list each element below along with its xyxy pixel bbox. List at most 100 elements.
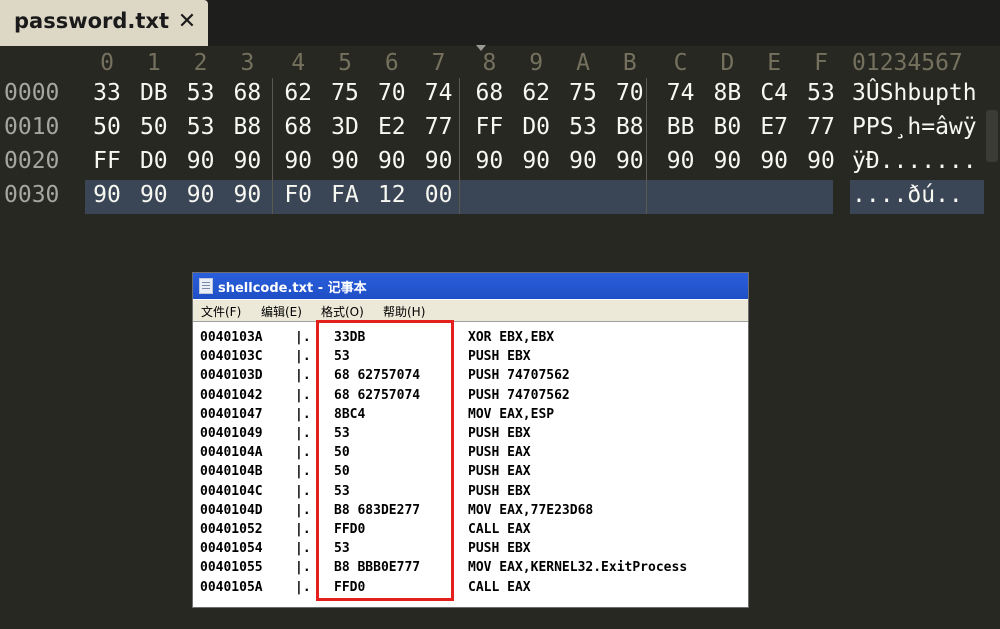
hex-byte[interactable]: E7 (754, 114, 794, 140)
disasm-address: 00401049 (200, 426, 263, 441)
hex-byte[interactable]: 00 (419, 182, 459, 208)
hex-byte[interactable]: 53 (563, 114, 603, 140)
disasm-instruction: PUSH EBX (468, 483, 531, 499)
hex-byte[interactable]: FF (87, 148, 127, 174)
hex-byte[interactable]: 50 (87, 114, 127, 140)
hex-byte[interactable]: B8 (227, 114, 267, 140)
ascii-text[interactable]: PPS¸h=âwÿ (852, 114, 977, 140)
disasm-address: 0040103D (200, 368, 263, 384)
hex-byte[interactable]: 8B (707, 80, 747, 106)
hex-byte[interactable]: 62 (516, 80, 556, 106)
disasm-address: 00401052 (200, 522, 263, 537)
group-separator (272, 78, 273, 214)
hex-byte[interactable]: 75 (563, 80, 603, 106)
hex-byte[interactable]: DB (134, 80, 174, 106)
disasm-address: 0040103C (200, 349, 263, 365)
hex-byte[interactable]: B8 (610, 114, 650, 140)
hex-byte[interactable]: 75 (325, 80, 365, 106)
menu-format[interactable]: 格式(O) (321, 303, 364, 320)
hex-byte[interactable]: 90 (134, 182, 174, 208)
hex-offset: 0010 (4, 114, 60, 140)
hex-byte[interactable]: 90 (372, 148, 412, 174)
close-icon[interactable]: ✕ (177, 10, 197, 34)
hex-column-header: F (814, 50, 828, 76)
hex-byte[interactable]: 90 (610, 148, 650, 174)
disasm-separator: |. (295, 387, 311, 403)
disasm-separator: |. (295, 541, 311, 557)
disasm-address: 0040104D (200, 502, 263, 518)
hex-byte[interactable]: FF (469, 114, 509, 140)
disasm-separator: |. (295, 426, 311, 441)
ascii-text[interactable]: ÿÐ....... (852, 148, 977, 174)
hex-byte[interactable]: BB (661, 114, 701, 140)
hex-byte[interactable]: F0 (278, 182, 318, 208)
hex-byte[interactable]: 90 (181, 148, 221, 174)
ascii-text[interactable]: ....ðú.. (852, 182, 963, 208)
hex-byte[interactable]: 90 (278, 148, 318, 174)
hex-byte[interactable]: 50 (134, 114, 174, 140)
hex-byte[interactable]: 90 (227, 148, 267, 174)
hex-byte[interactable]: 90 (661, 148, 701, 174)
hex-column-header: E (767, 50, 782, 76)
hex-byte[interactable]: 70 (610, 80, 650, 106)
disasm-instruction: PUSH EBX (468, 541, 531, 557)
vertical-scrollbar[interactable] (984, 46, 1000, 629)
hex-byte[interactable]: 68 (227, 80, 267, 106)
column-caret-icon (476, 45, 486, 51)
hex-column-header: 3 (240, 50, 255, 76)
disasm-separator: |. (295, 368, 311, 384)
hex-byte[interactable]: 90 (419, 148, 459, 174)
hex-byte[interactable]: 77 (801, 114, 841, 140)
hex-byte[interactable]: 74 (661, 80, 701, 106)
hex-byte[interactable]: B0 (707, 114, 747, 140)
hex-byte[interactable]: 68 (278, 114, 318, 140)
hex-byte[interactable]: 90 (181, 182, 221, 208)
hex-byte[interactable]: 90 (563, 148, 603, 174)
hex-byte[interactable]: 90 (87, 182, 127, 208)
hex-byte[interactable]: E2 (372, 114, 412, 140)
hex-byte[interactable]: C4 (754, 80, 794, 106)
hex-column-header: 7 (431, 50, 446, 76)
menu-help[interactable]: 帮助(H) (383, 303, 425, 320)
disasm-separator: |. (295, 349, 311, 365)
disasm-address: 0040104C (200, 483, 263, 499)
hex-byte[interactable]: D0 (516, 114, 556, 140)
hex-byte[interactable]: 90 (469, 148, 509, 174)
hex-byte[interactable]: 74 (419, 80, 459, 106)
notepad-icon (199, 278, 213, 294)
disasm-separator: |. (295, 330, 311, 345)
notepad-text-area[interactable]: 0040103A |. 33DB XOR EBX,EBX 0040103C |. 53 PUS… (193, 322, 748, 607)
hex-byte[interactable]: 33 (87, 80, 127, 106)
disasm-address: 00401047 (200, 406, 263, 422)
disasm-address: 0040104B (200, 464, 263, 480)
hex-byte[interactable]: 53 (181, 114, 221, 140)
disasm-address: 0040105A (200, 579, 263, 595)
hex-byte[interactable]: 90 (516, 148, 556, 174)
hex-byte[interactable]: 12 (372, 182, 412, 208)
hex-byte[interactable]: 90 (801, 148, 841, 174)
hex-byte[interactable]: 3D (325, 114, 365, 140)
hex-byte[interactable]: 68 (469, 80, 509, 106)
hex-byte[interactable]: 70 (372, 80, 412, 106)
hex-byte[interactable]: D0 (134, 148, 174, 174)
hex-byte[interactable]: 62 (278, 80, 318, 106)
hex-byte[interactable]: 53 (181, 80, 221, 106)
ascii-text[interactable]: 3ÛShbupth (852, 80, 977, 106)
hex-offset: 0000 (4, 80, 60, 106)
hex-byte[interactable]: 90 (707, 148, 747, 174)
hex-byte[interactable]: 90 (325, 148, 365, 174)
disasm-separator: |. (295, 406, 311, 422)
disasm-instruction: MOV EAX,ESP (468, 406, 555, 422)
hex-column-header: 8 (482, 50, 497, 76)
hex-column-header: C (673, 50, 688, 76)
hex-byte[interactable]: 77 (419, 114, 459, 140)
hex-byte[interactable]: 90 (227, 182, 267, 208)
scrollbar-thumb[interactable] (986, 110, 998, 162)
hex-column-header: D (720, 50, 735, 76)
menu-file[interactable]: 文件(F) (201, 303, 241, 320)
menu-edit[interactable]: 编辑(E) (261, 303, 302, 320)
hex-byte[interactable]: 90 (754, 148, 794, 174)
hex-byte[interactable]: FA (325, 182, 365, 208)
hex-byte[interactable]: 53 (801, 80, 841, 106)
tab-password-txt[interactable]: password.txt ✕ (0, 0, 208, 46)
